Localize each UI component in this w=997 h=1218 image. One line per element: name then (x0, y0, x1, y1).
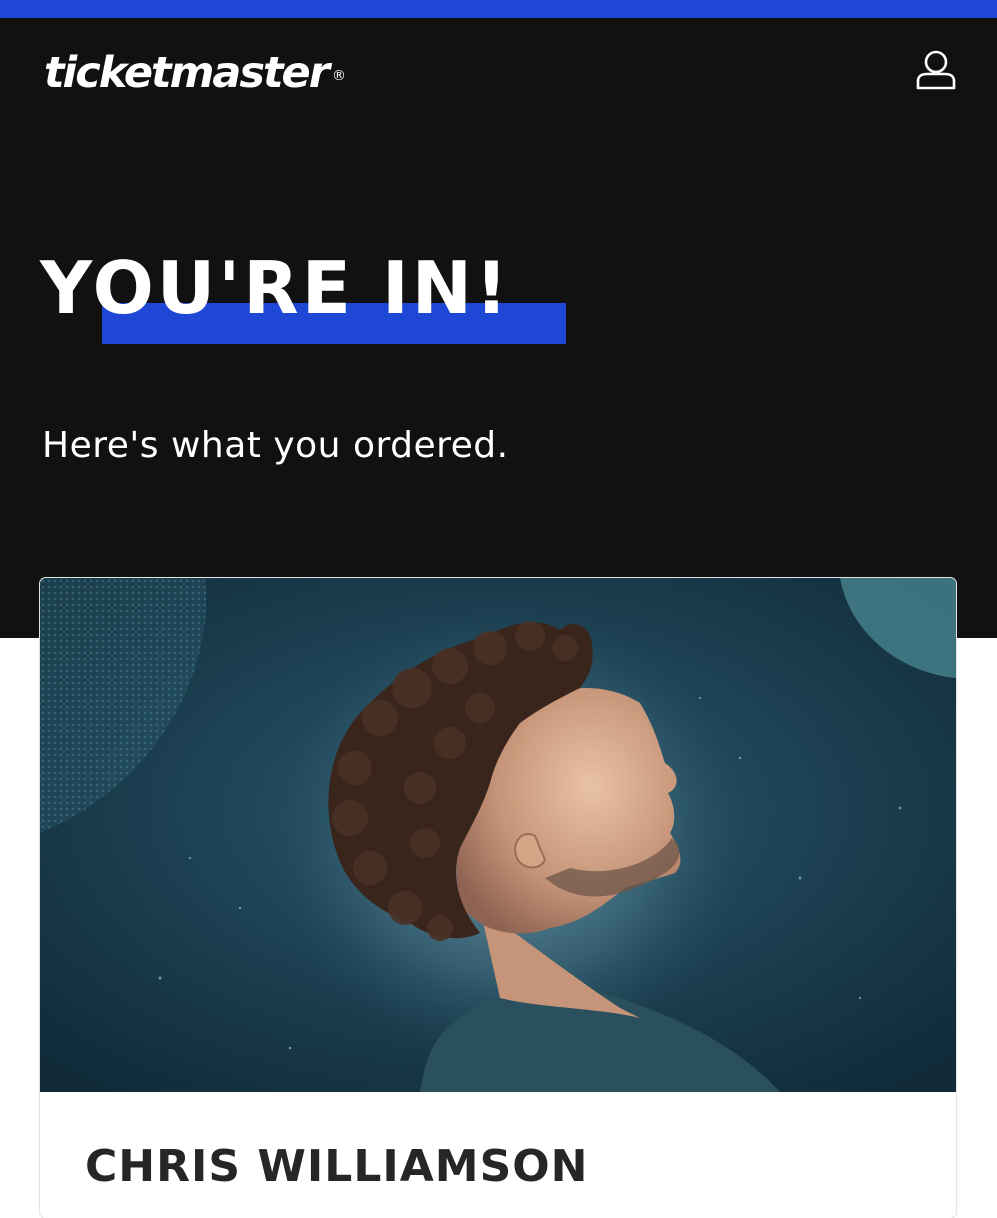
headline-wrap: YOU'RE IN! (40, 250, 600, 360)
user-icon (916, 50, 956, 90)
top-accent-bar (0, 0, 997, 18)
ticketmaster-logo[interactable]: ticketmaster (44, 52, 330, 95)
order-subtitle: Here's what you ordered. (42, 425, 509, 466)
event-card[interactable]: CHRIS WILLIAMSON (40, 578, 956, 1218)
account-button[interactable] (912, 48, 960, 92)
registered-mark: ® (332, 68, 346, 84)
page-title: YOU'RE IN! (40, 246, 511, 330)
event-name: CHRIS WILLIAMSON (85, 1141, 589, 1192)
event-photo (40, 578, 956, 1092)
